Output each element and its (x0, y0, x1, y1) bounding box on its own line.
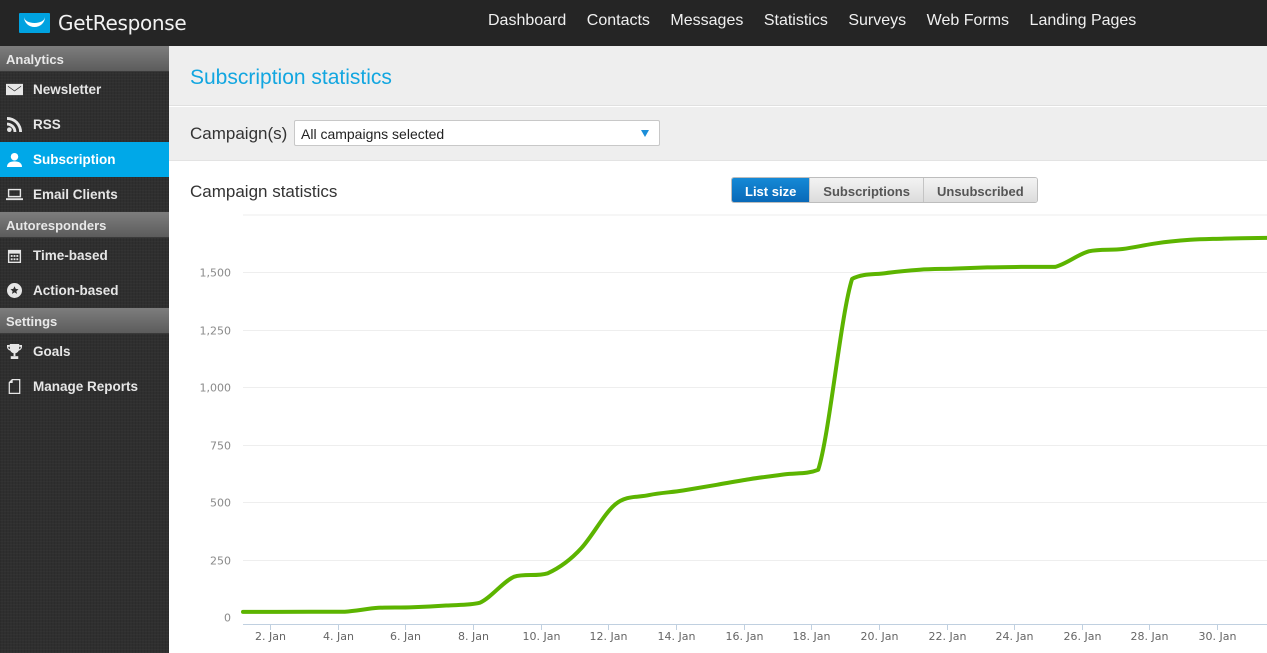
sidebar-item-label: Goals (33, 344, 71, 359)
brand-name: GetResponse (58, 11, 187, 35)
subscriptions-tab[interactable]: Subscriptions (809, 178, 923, 202)
list-size-chart: 0 250 500 750 1,000 1,250 1,500 2. Jan 4. Jan 6.… (169, 210, 1267, 653)
sidebar-item-rss[interactable]: RSS (0, 107, 169, 142)
y-tick-label: 1,000 (200, 382, 232, 395)
sidebar-item-label: Newsletter (33, 82, 102, 97)
sidebar-section-settings: Settings (0, 308, 169, 334)
user-icon (5, 152, 23, 168)
sidebar-item-label: RSS (33, 117, 61, 132)
x-tick-label: 10. Jan (523, 630, 561, 643)
x-tick-label: 26. Jan (1064, 630, 1102, 643)
sidebar: Analytics Newsletter RSS Subscription Em… (0, 46, 169, 653)
x-tick-label: 2. Jan (255, 630, 286, 643)
y-tick-label: 500 (210, 497, 231, 510)
x-tick-label: 18. Jan (793, 630, 831, 643)
sidebar-item-goals[interactable]: Goals (0, 334, 169, 369)
envelope-icon (5, 82, 23, 98)
sidebar-item-manage-reports[interactable]: Manage Reports (0, 369, 169, 404)
x-tick-label: 4. Jan (323, 630, 354, 643)
y-tick-label: 0 (224, 612, 231, 625)
sidebar-item-email-clients[interactable]: Email Clients (0, 177, 169, 212)
x-tick-label: 20. Jan (861, 630, 899, 643)
sidebar-section-autoresponders: Autoresponders (0, 212, 169, 238)
sidebar-item-newsletter[interactable]: Newsletter (0, 72, 169, 107)
sidebar-item-time-based[interactable]: Time-based (0, 238, 169, 273)
campaign-select[interactable]: All campaigns selected (294, 120, 660, 146)
nav-web-forms[interactable]: Web Forms (927, 12, 1009, 30)
x-tick-label: 28. Jan (1131, 630, 1169, 643)
top-navigation-bar: GetResponse Dashboard Contacts Messages … (0, 0, 1267, 46)
nav-statistics[interactable]: Statistics (764, 12, 828, 30)
x-tick-label: 14. Jan (658, 630, 696, 643)
nav-contacts[interactable]: Contacts (587, 12, 650, 30)
main-nav: Dashboard Contacts Messages Statistics S… (488, 12, 1157, 30)
chart-gridlines (243, 214, 1267, 561)
getresponse-logo-icon (19, 13, 50, 33)
sidebar-item-label: Email Clients (33, 187, 118, 202)
x-tick-label: 12. Jan (590, 630, 628, 643)
chart-series (241, 235, 1267, 614)
chart-title: Campaign statistics (190, 182, 338, 201)
rss-icon (5, 117, 23, 133)
sidebar-item-action-based[interactable]: Action-based (0, 273, 169, 308)
dropdown-arrow-icon (641, 130, 649, 137)
campaign-filter-bar: Campaign(s) All campaigns selected (169, 107, 1267, 161)
unsubscribed-tab[interactable]: Unsubscribed (922, 178, 1037, 202)
sidebar-item-label: Subscription (33, 152, 116, 167)
x-tick-label: 8. Jan (458, 630, 489, 643)
y-tick-label: 750 (210, 440, 231, 453)
sidebar-section-analytics: Analytics (0, 46, 169, 72)
sidebar-item-label: Action-based (33, 283, 119, 298)
series-line-list-size (241, 235, 1267, 614)
nav-landing-pages[interactable]: Landing Pages (1030, 12, 1137, 30)
chart-view-toggle: List size Subscriptions Unsubscribed (731, 177, 1038, 203)
calendar-icon (5, 248, 23, 264)
x-tick-label: 6. Jan (390, 630, 421, 643)
nav-dashboard[interactable]: Dashboard (488, 12, 566, 30)
sidebar-item-label: Time-based (33, 248, 108, 263)
y-tick-label: 1,500 (200, 267, 232, 280)
sidebar-item-label: Manage Reports (33, 379, 139, 394)
campaign-filter-label: Campaign(s) (190, 124, 288, 143)
x-tick-label: 16. Jan (726, 630, 764, 643)
sidebar-item-subscription[interactable]: Subscription (0, 142, 169, 177)
x-axis: 2. Jan 4. Jan 6. Jan 8. Jan 10. Jan 12. Jan 14… (243, 624, 1267, 643)
x-tick-label: 24. Jan (996, 630, 1034, 643)
page-title: Subscription statistics (190, 66, 392, 89)
brand-logo[interactable]: GetResponse (19, 11, 187, 35)
nav-surveys[interactable]: Surveys (848, 12, 906, 30)
x-tick-label: 30. Jan (1199, 630, 1237, 643)
y-tick-label: 250 (210, 555, 231, 568)
y-tick-label: 1,250 (200, 325, 232, 338)
campaign-select-value: All campaigns selected (301, 126, 445, 142)
laptop-icon (5, 187, 23, 203)
star-circle-icon (5, 283, 23, 299)
document-icon (5, 379, 23, 395)
nav-messages[interactable]: Messages (670, 12, 743, 30)
list-size-tab[interactable]: List size (732, 178, 810, 202)
y-axis: 0 250 500 750 1,000 1,250 1,500 (200, 267, 232, 625)
chart-canvas: 0 250 500 750 1,000 1,250 1,500 2. Jan 4. Jan 6.… (200, 214, 1267, 643)
trophy-icon (5, 344, 23, 360)
x-tick-label: 22. Jan (929, 630, 967, 643)
